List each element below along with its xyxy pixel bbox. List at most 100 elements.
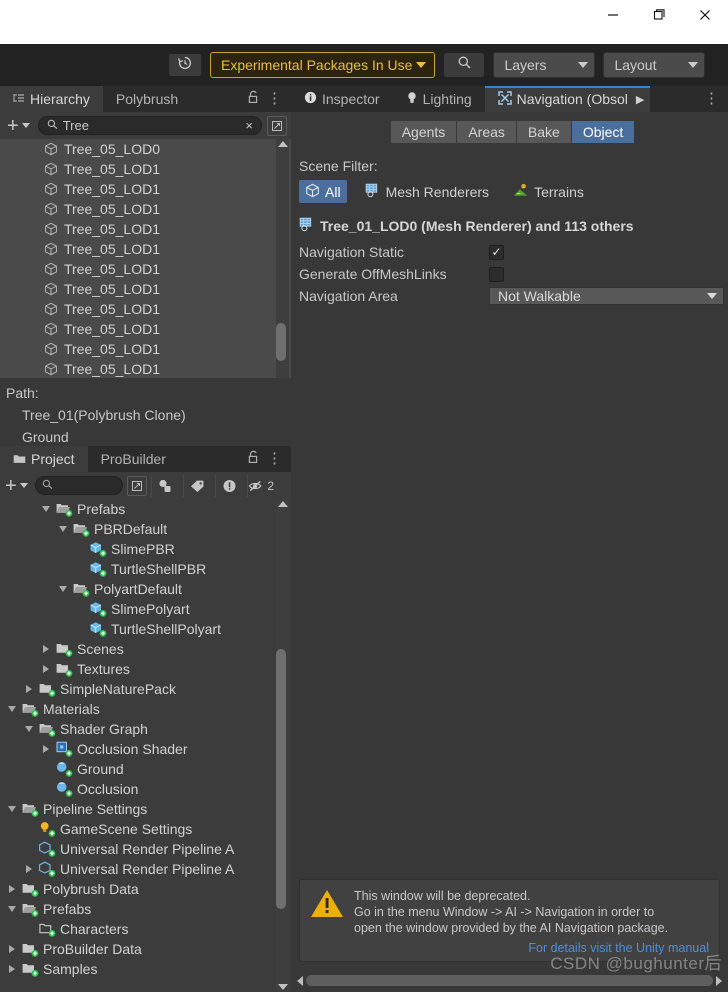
tab-polybrush[interactable]: Polybrush bbox=[103, 86, 191, 112]
disclosure-triangle-down-icon[interactable] bbox=[57, 526, 69, 532]
maximize-button[interactable] bbox=[636, 0, 682, 30]
toolbar-search-button[interactable] bbox=[443, 52, 486, 78]
hierarchy-search-input[interactable]: Tree × bbox=[37, 116, 262, 135]
tab-hierarchy[interactable]: Hierarchy bbox=[0, 86, 103, 112]
unity-manual-link[interactable]: For details visit the Unity manual bbox=[310, 941, 709, 955]
project-tree-item[interactable]: SimpleNaturePack bbox=[0, 679, 291, 699]
project-tree-item[interactable]: Universal Render Pipeline A bbox=[0, 859, 291, 879]
hierarchy-item[interactable]: Tree_05_LOD1 bbox=[44, 319, 291, 339]
scroll-right-icon[interactable] bbox=[716, 975, 722, 986]
filter-errors-icon[interactable] bbox=[214, 474, 243, 497]
scrollbar-thumb[interactable] bbox=[276, 323, 286, 361]
project-tree-item[interactable]: SlimePolyart bbox=[0, 599, 291, 619]
disclosure-triangle-right-icon[interactable] bbox=[6, 945, 18, 953]
disclosure-triangle-right-icon[interactable] bbox=[40, 745, 52, 753]
disclosure-triangle-right-icon[interactable] bbox=[23, 685, 35, 693]
project-expand-button[interactable] bbox=[126, 475, 147, 496]
kebab-menu-icon[interactable]: ⋮ bbox=[262, 451, 287, 466]
hierarchy-add-button[interactable]: + bbox=[4, 116, 33, 136]
project-tree-item[interactable]: Textures bbox=[0, 659, 291, 679]
navigation-area-dropdown[interactable]: Not Walkable bbox=[489, 287, 724, 305]
chevron-right-icon[interactable]: ▶ bbox=[636, 93, 644, 106]
segment-areas[interactable]: Areas bbox=[457, 121, 517, 143]
experimental-packages-button[interactable]: Experimental Packages In Use bbox=[210, 52, 436, 78]
scrollbar-thumb[interactable] bbox=[276, 649, 286, 909]
hierarchy-item[interactable]: Tree_05_LOD1 bbox=[44, 339, 291, 359]
scroll-down-icon[interactable] bbox=[277, 984, 288, 990]
project-tree-item[interactable]: PBRDefault bbox=[0, 519, 291, 539]
project-tree-item[interactable]: Occlusion bbox=[0, 779, 291, 799]
project-tree-item[interactable]: Scenes bbox=[0, 639, 291, 659]
hierarchy-item[interactable]: Tree_05_LOD1 bbox=[44, 159, 291, 179]
hidden-items-icon[interactable]: 2 bbox=[246, 474, 275, 497]
scroll-left-icon[interactable] bbox=[297, 975, 303, 986]
hierarchy-expand-button[interactable] bbox=[267, 115, 287, 136]
project-tree-item[interactable]: TurtleShellPolyart bbox=[0, 619, 291, 639]
project-tree-item[interactable]: Pipeline Settings bbox=[0, 799, 291, 819]
project-tree-item[interactable]: Prefabs bbox=[0, 899, 291, 919]
project-tree-item[interactable]: SlimePBR bbox=[0, 539, 291, 559]
tab-inspector[interactable]: Inspector bbox=[291, 86, 393, 112]
filter-all-button[interactable]: All bbox=[299, 180, 347, 203]
scroll-up-icon[interactable] bbox=[277, 141, 288, 147]
disclosure-triangle-right-icon[interactable] bbox=[6, 965, 18, 973]
project-scrollbar[interactable] bbox=[276, 499, 289, 992]
hierarchy-item[interactable]: Tree_05_LOD1 bbox=[44, 279, 291, 299]
lock-icon[interactable] bbox=[247, 90, 260, 109]
disclosure-triangle-down-icon[interactable] bbox=[23, 726, 35, 732]
lock-icon[interactable] bbox=[247, 450, 260, 469]
hierarchy-item[interactable]: Tree_05_LOD1 bbox=[44, 199, 291, 219]
project-tree-item[interactable]: Materials bbox=[0, 699, 291, 719]
tab-navigation[interactable]: Navigation (Obsol ▶ bbox=[484, 86, 651, 112]
hierarchy-item[interactable]: Tree_05_LOD1 bbox=[44, 259, 291, 279]
clear-search-icon[interactable]: × bbox=[245, 118, 253, 133]
project-tree-item[interactable]: Shader Graph bbox=[0, 719, 291, 739]
project-tree-item[interactable]: Universal Render Pipeline A bbox=[0, 839, 291, 859]
layout-dropdown[interactable]: Layout bbox=[603, 52, 706, 78]
project-tree-item[interactable]: Ground bbox=[0, 759, 291, 779]
disclosure-triangle-down-icon[interactable] bbox=[57, 586, 69, 592]
project-tree[interactable]: Prefabs PBRDefault SlimePBR TurtleShellPBR P… bbox=[0, 499, 291, 992]
hierarchy-item[interactable]: Tree_05_LOD1 bbox=[44, 359, 291, 379]
disclosure-triangle-down-icon[interactable] bbox=[6, 706, 18, 712]
project-tree-item[interactable]: Occlusion Shader bbox=[0, 739, 291, 759]
close-button[interactable] bbox=[682, 0, 728, 30]
history-button[interactable] bbox=[168, 53, 202, 77]
hierarchy-item[interactable]: Tree_05_LOD0 bbox=[44, 139, 291, 159]
minimize-button[interactable] bbox=[590, 0, 636, 30]
disclosure-triangle-down-icon[interactable] bbox=[40, 506, 52, 512]
navigation-horizontal-scrollbar[interactable] bbox=[297, 973, 722, 988]
scroll-up-icon[interactable] bbox=[277, 501, 288, 507]
project-tree-item[interactable]: ProBuilder Data bbox=[0, 939, 291, 959]
project-tree-item[interactable]: Samples bbox=[0, 959, 291, 979]
project-tree-item[interactable]: PolyartDefault bbox=[0, 579, 291, 599]
project-add-button[interactable]: + bbox=[2, 476, 31, 496]
segment-agents[interactable]: Agents bbox=[390, 121, 458, 143]
hierarchy-item[interactable]: Tree_05_LOD1 bbox=[44, 219, 291, 239]
tab-lighting[interactable]: Lighting bbox=[393, 86, 485, 112]
disclosure-triangle-right-icon[interactable] bbox=[40, 645, 52, 653]
segment-object[interactable]: Object bbox=[571, 121, 635, 143]
navigation-static-checkbox[interactable]: ✓ bbox=[489, 244, 504, 260]
tab-probuilder[interactable]: ProBuilder bbox=[88, 446, 179, 472]
disclosure-triangle-right-icon[interactable] bbox=[23, 865, 35, 873]
hierarchy-item[interactable]: Tree_05_LOD1 bbox=[44, 239, 291, 259]
filter-by-type-icon[interactable] bbox=[150, 474, 179, 497]
disclosure-triangle-right-icon[interactable] bbox=[40, 665, 52, 673]
disclosure-triangle-down-icon[interactable] bbox=[6, 906, 18, 912]
project-tree-item[interactable]: Prefabs bbox=[0, 499, 291, 519]
project-tree-item[interactable]: Characters bbox=[0, 919, 291, 939]
generate-offmeshlinks-checkbox[interactable] bbox=[489, 266, 504, 282]
project-tree-item[interactable]: GameScene Settings bbox=[0, 819, 291, 839]
segment-bake[interactable]: Bake bbox=[516, 121, 572, 143]
project-search-input[interactable] bbox=[34, 476, 123, 495]
hierarchy-item[interactable]: Tree_05_LOD1 bbox=[44, 179, 291, 199]
kebab-menu-icon[interactable]: ⋮ bbox=[699, 91, 724, 106]
project-tree-item[interactable]: Polybrush Data bbox=[0, 879, 291, 899]
filter-mesh-renderers-button[interactable]: Mesh Renderers bbox=[359, 180, 496, 203]
filter-by-label-icon[interactable] bbox=[182, 474, 211, 497]
filter-terrains-button[interactable]: Terrains bbox=[507, 180, 590, 203]
horizontal-scrollbar-thumb[interactable] bbox=[306, 975, 713, 986]
layers-dropdown[interactable]: Layers bbox=[493, 52, 596, 78]
disclosure-triangle-down-icon[interactable] bbox=[6, 806, 18, 812]
